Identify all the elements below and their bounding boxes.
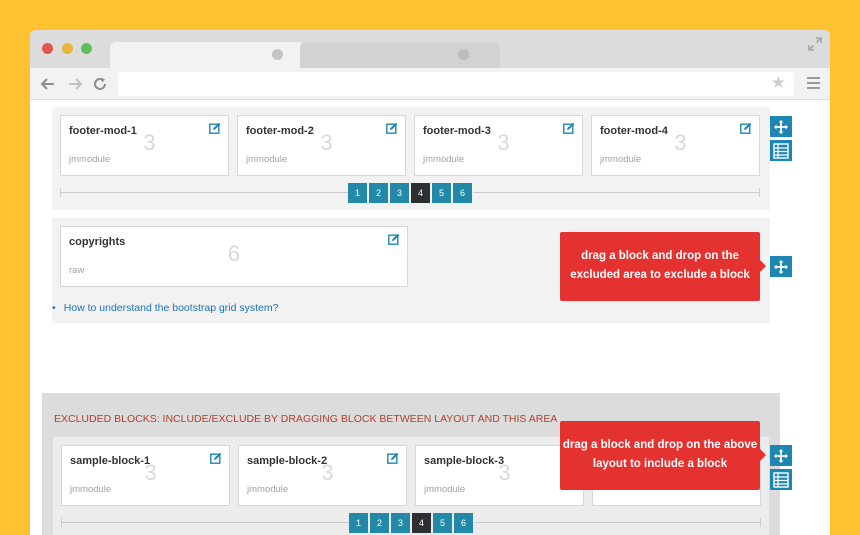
row-settings-button[interactable] (770, 469, 792, 490)
edit-icon[interactable] (209, 122, 221, 134)
block-type: jmmodule (424, 484, 466, 495)
edit-icon[interactable] (387, 452, 399, 464)
layout-block[interactable]: copyrights 6 raw (60, 226, 408, 287)
row-settings-button[interactable] (770, 140, 792, 161)
title-bar (30, 30, 830, 68)
tab-close-icon[interactable] (272, 49, 283, 60)
excluded-title: EXCLUDED BLOCKS: INCLUDE/EXCLUDE BY DRAG… (54, 413, 558, 425)
browser-window: ★ footer-mod-1 3 jmmodule footer-mod-2 3… (30, 30, 830, 535)
move-row-button[interactable] (770, 116, 792, 137)
pager-button-1[interactable]: 1 (348, 183, 367, 203)
back-arrow-icon[interactable] (40, 76, 56, 92)
edit-icon[interactable] (210, 452, 222, 464)
column-pager: 1 2 3 4 5 6 (61, 513, 761, 533)
move-row-button[interactable] (770, 256, 792, 277)
layout-row-footer: footer-mod-1 3 jmmodule footer-mod-2 3 j… (52, 107, 770, 210)
pager-button-4[interactable]: 4 (412, 513, 431, 533)
help-link-item[interactable]: • How to understand the bootstrap grid sy… (52, 302, 278, 314)
block-size: 3 (144, 460, 157, 485)
edit-icon[interactable] (740, 122, 752, 134)
excluded-block[interactable]: sample-block-3 3 jmmodule (415, 445, 584, 506)
maximize-window-button[interactable] (81, 43, 92, 54)
block-type: jmmodule (70, 484, 112, 495)
block-size: 3 (497, 130, 510, 155)
help-link[interactable]: How to understand the bootstrap grid sys… (64, 302, 279, 314)
block-type: jmmodule (423, 154, 465, 165)
pager-button-6[interactable]: 6 (454, 513, 473, 533)
browser-tab-inactive[interactable] (300, 42, 500, 68)
forward-arrow-icon[interactable] (67, 76, 83, 92)
block-size: 3 (320, 130, 333, 155)
exclude-tooltip: drag a block and drop on the excluded ar… (560, 232, 766, 301)
excluded-block[interactable]: sample-block-1 3 jmmodule (61, 445, 230, 506)
move-row-button[interactable] (770, 445, 792, 466)
pager-button-1[interactable]: 1 (349, 513, 368, 533)
move-icon (774, 260, 788, 274)
browser-toolbar: ★ (30, 68, 830, 100)
block-size: 3 (674, 130, 687, 155)
minimize-window-button[interactable] (62, 43, 73, 54)
exclude-tooltip-text: drag a block and drop on the excluded ar… (570, 250, 750, 281)
edit-icon[interactable] (388, 233, 400, 245)
pager-button-5[interactable]: 5 (433, 513, 452, 533)
pager-button-6[interactable]: 6 (453, 183, 472, 203)
page-content: footer-mod-1 3 jmmodule footer-mod-2 3 j… (30, 101, 830, 535)
list-icon (773, 472, 789, 488)
include-tooltip: drag a block and drop on the above layou… (560, 421, 766, 490)
pager-button-5[interactable]: 5 (432, 183, 451, 203)
layout-block[interactable]: footer-mod-4 3 jmmodule (591, 115, 760, 176)
excluded-block[interactable]: sample-block-2 3 jmmodule (238, 445, 407, 506)
move-icon (774, 449, 788, 463)
block-size: 3 (321, 460, 334, 485)
block-type: raw (69, 265, 85, 276)
block-type: jmmodule (246, 154, 288, 165)
layout-block[interactable]: footer-mod-2 3 jmmodule (237, 115, 406, 176)
edit-icon[interactable] (386, 122, 398, 134)
close-window-button[interactable] (42, 43, 53, 54)
menu-icon[interactable] (807, 77, 820, 89)
address-bar[interactable] (118, 72, 794, 96)
block-type: jmmodule (69, 154, 111, 165)
block-size: 3 (498, 460, 511, 485)
block-type: jmmodule (247, 484, 289, 495)
pager-button-3[interactable]: 3 (391, 513, 410, 533)
move-icon (774, 120, 788, 134)
expand-icon[interactable] (808, 37, 822, 51)
pager-button-3[interactable]: 3 (390, 183, 409, 203)
list-icon (773, 143, 789, 159)
pager-button-2[interactable]: 2 (369, 183, 388, 203)
block-type: jmmodule (600, 154, 642, 165)
tab-close-icon[interactable] (458, 49, 469, 60)
include-tooltip-text: drag a block and drop on the above layou… (562, 439, 758, 470)
pager-button-2[interactable]: 2 (370, 513, 389, 533)
layout-block[interactable]: footer-mod-3 3 jmmodule (414, 115, 583, 176)
column-pager: 1 2 3 4 5 6 (60, 183, 760, 203)
bookmark-star-icon[interactable]: ★ (771, 73, 786, 93)
browser-tab-active[interactable] (110, 42, 305, 68)
block-size: 3 (143, 130, 156, 155)
layout-block[interactable]: footer-mod-1 3 jmmodule (60, 115, 229, 176)
reload-icon[interactable] (92, 76, 108, 92)
pager-button-4[interactable]: 4 (411, 183, 430, 203)
block-size: 6 (227, 241, 241, 266)
edit-icon[interactable] (563, 122, 575, 134)
